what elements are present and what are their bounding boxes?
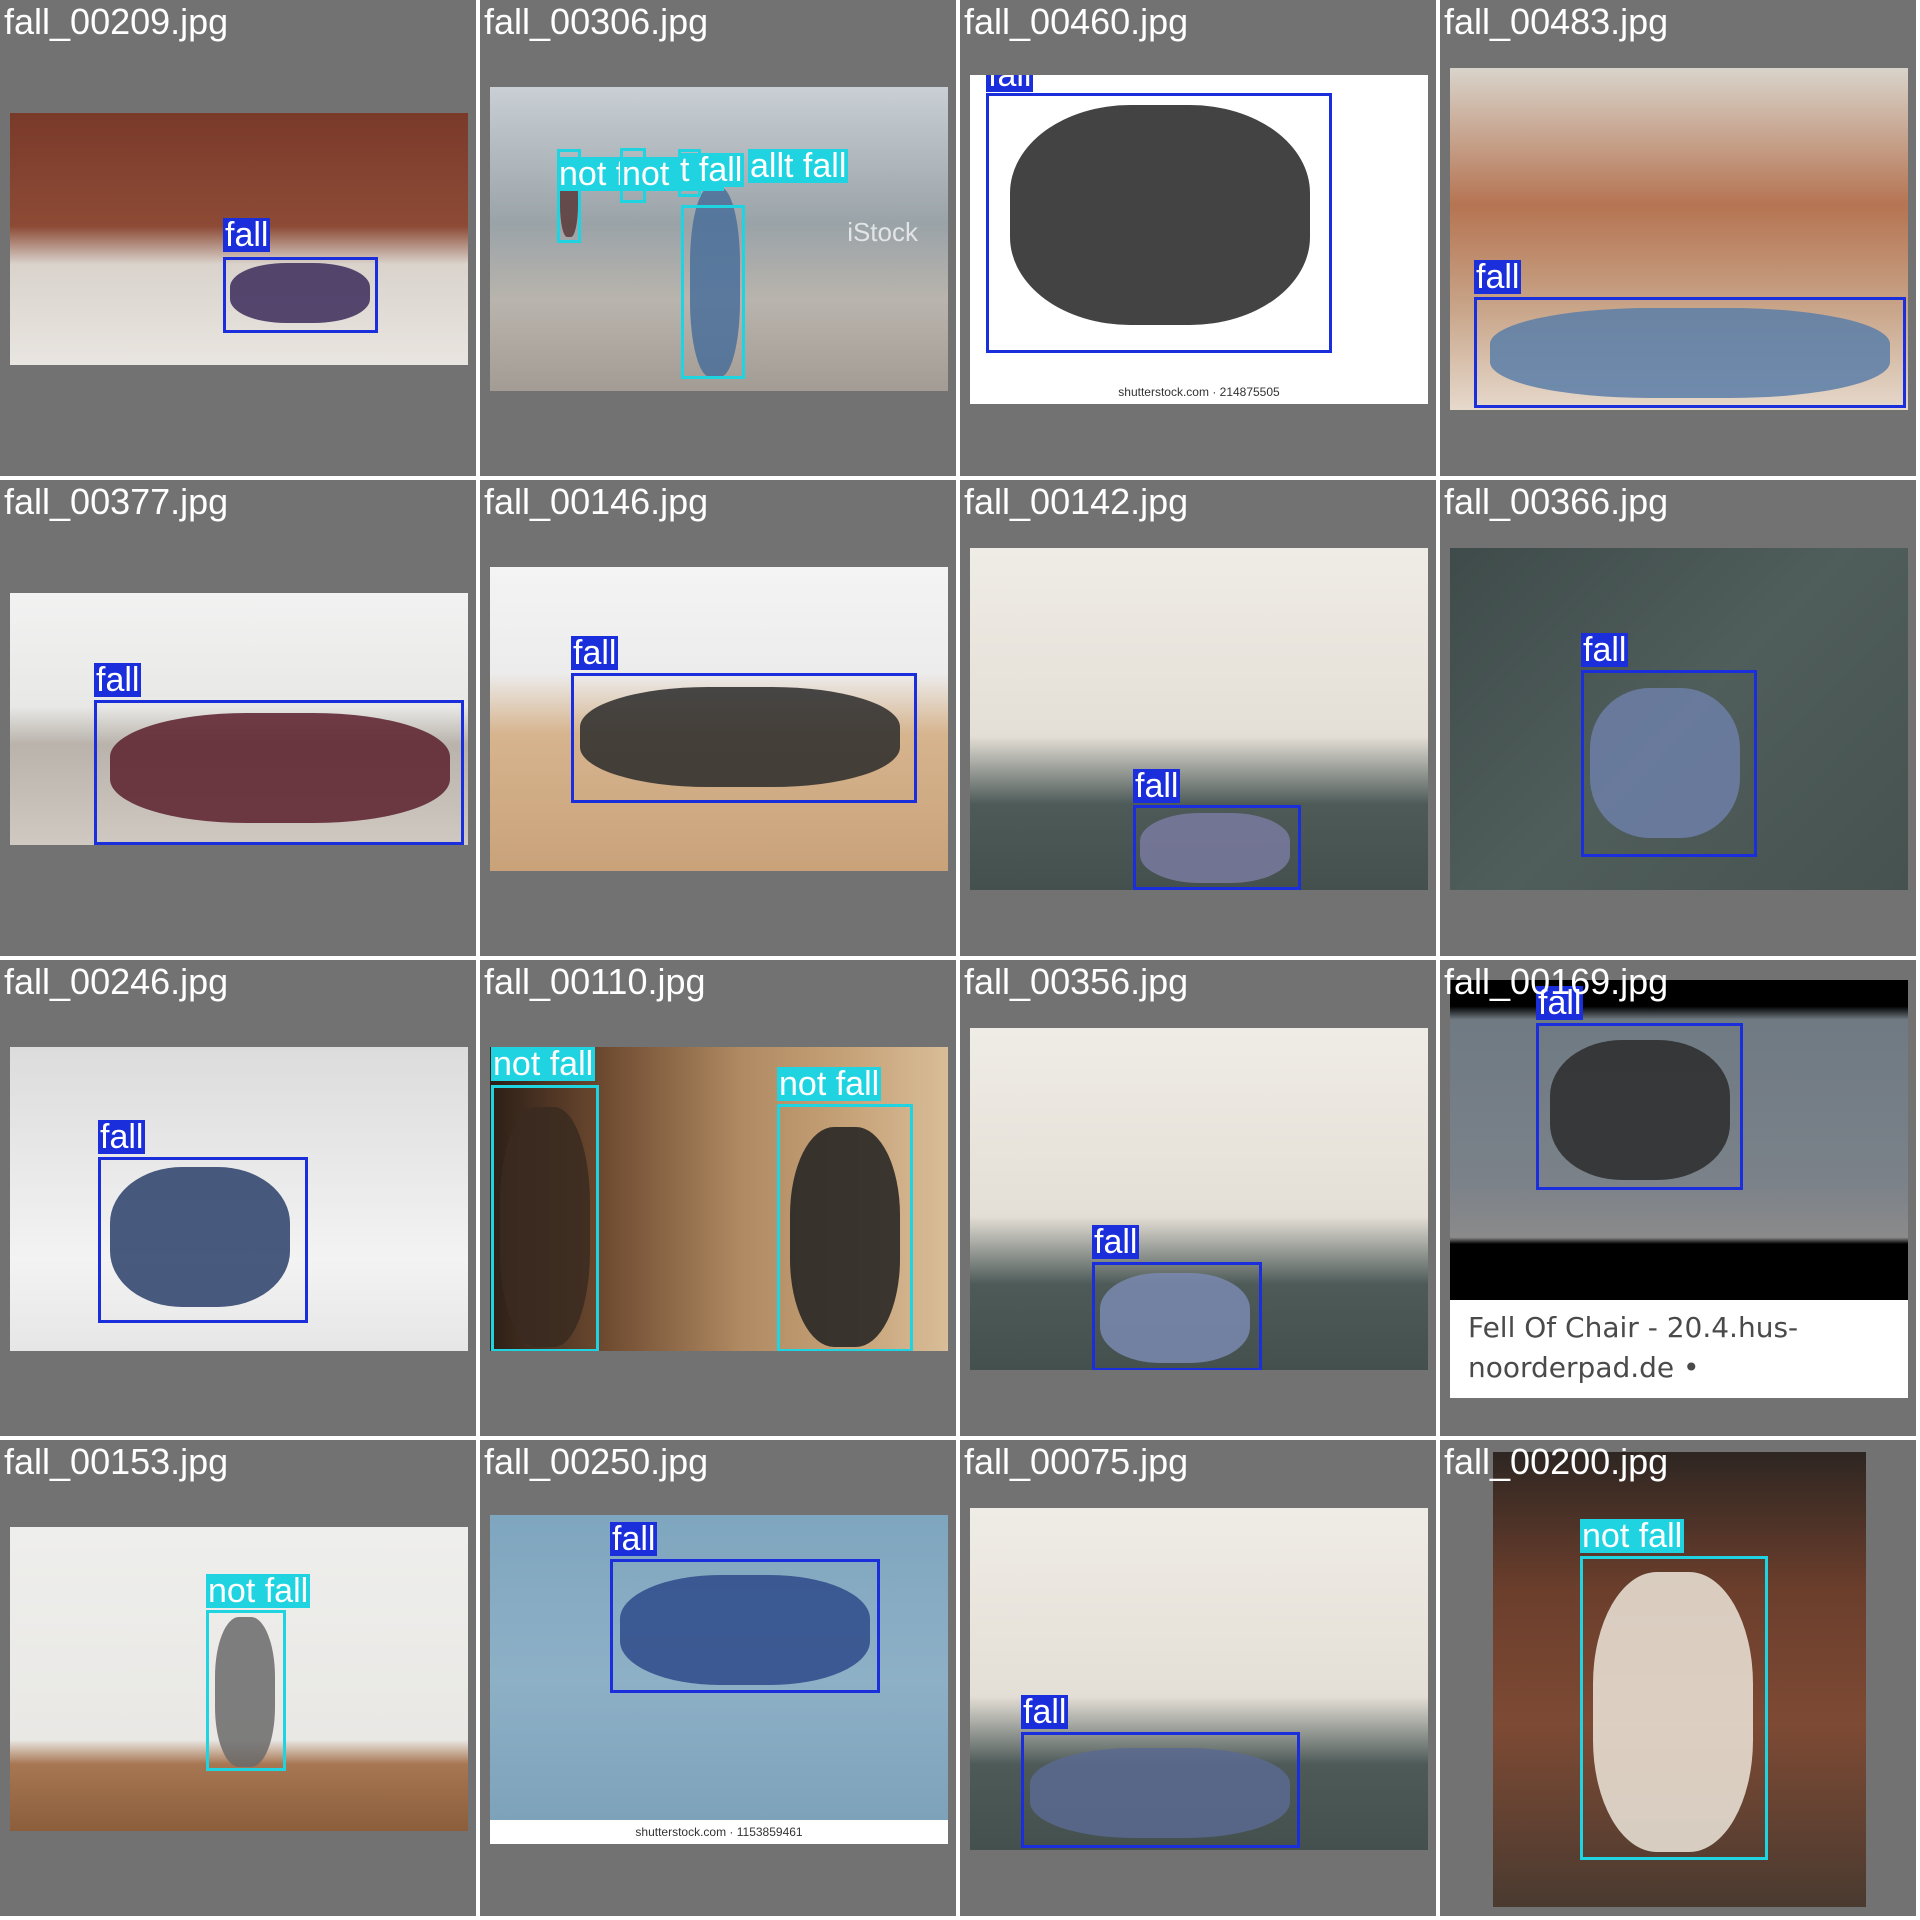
image-filename: fall_00483.jpg — [1444, 1, 1669, 42]
fall-label: fall — [94, 661, 142, 699]
fall-bounding-box — [1021, 1732, 1300, 1848]
fall-bounding-box — [1536, 1023, 1743, 1190]
image-filename: fall_00142.jpg — [964, 481, 1189, 522]
image-tile: fall fall_00142.jpg — [960, 480, 1436, 956]
fall-label: fall — [610, 1520, 658, 1558]
fall-label: fall — [223, 216, 271, 254]
image-tile: fall fall_00377.jpg — [0, 480, 476, 956]
fall-bounding-box — [1474, 297, 1906, 408]
fall-bounding-box — [1092, 1262, 1262, 1370]
fall-label: fall — [1474, 258, 1522, 296]
image-tile: shutterstock.com · 1153859461 fall fall_00… — [480, 1440, 956, 1916]
not-fall-bounding-box — [206, 1610, 286, 1771]
detection-photo: shutterstock.com · 214875505 fall — [970, 75, 1428, 404]
fall-label: fall — [98, 1118, 146, 1156]
image-tile: fall fall_00483.jpg — [1440, 0, 1916, 476]
detection-photo: iStock not fall not fall t fall allt fall — [490, 87, 948, 391]
detection-photo: not fall — [1493, 1452, 1866, 1907]
image-tile: not fall fall_00200.jpg — [1440, 1440, 1916, 1916]
fall-label: fall — [1021, 1693, 1069, 1731]
detection-photo: shutterstock.com · 1153859461 fall — [490, 1515, 948, 1844]
detection-photo: fall — [490, 567, 948, 871]
image-filename: fall_00169.jpg — [1444, 961, 1669, 1002]
fall-bounding-box — [1581, 670, 1757, 857]
detection-photo: Fell Of Chair - 20.4.hus-noorderpad.de •… — [1450, 980, 1908, 1398]
image-filename: fall_00110.jpg — [484, 961, 706, 1002]
image-tile: not fall not fall fall_00110.jpg — [480, 960, 956, 1436]
fall-bounding-box — [610, 1559, 880, 1693]
photo-caption: Fell Of Chair - 20.4.hus-noorderpad.de • — [1450, 1300, 1908, 1398]
detection-photo: fall — [970, 1028, 1428, 1370]
detection-photo: fall — [970, 548, 1428, 890]
image-tile: fall fall_00146.jpg — [480, 480, 956, 956]
fall-label: fall — [1133, 767, 1181, 805]
image-tile: shutterstock.com · 214875505 fall fall_004… — [960, 0, 1436, 476]
image-filename: fall_00246.jpg — [4, 961, 229, 1002]
not-fall-label: not fall — [1580, 1517, 1685, 1555]
image-filename: fall_00146.jpg — [484, 481, 709, 522]
not-fall-bounding-box — [681, 205, 745, 379]
photo-watermark: shutterstock.com · 1153859461 — [490, 1820, 948, 1844]
image-tile: fall fall_00209.jpg — [0, 0, 476, 476]
image-filename: fall_00209.jpg — [4, 1, 229, 42]
detection-grid: fall fall_00209.jpg iStock not fall not fall… — [0, 0, 1920, 1920]
fall-label: fall — [986, 75, 1034, 92]
image-filename: fall_00356.jpg — [964, 961, 1189, 1002]
fall-bounding-box — [986, 93, 1332, 353]
image-filename: fall_00306.jpg — [484, 1, 709, 42]
image-tile: fall fall_00366.jpg — [1440, 480, 1916, 956]
photo-watermark: shutterstock.com · 214875505 — [970, 380, 1428, 404]
image-tile: Fell Of Chair - 20.4.hus-noorderpad.de •… — [1440, 960, 1916, 1436]
image-tile: not fall fall_00153.jpg — [0, 1440, 476, 1916]
image-filename: fall_00250.jpg — [484, 1441, 709, 1482]
not-fall-label: t fall — [678, 151, 745, 189]
detection-photo: fall — [1450, 548, 1908, 890]
not-fall-bounding-box — [491, 1085, 599, 1351]
image-filename: fall_00153.jpg — [4, 1441, 229, 1482]
fall-label: fall — [1581, 631, 1629, 669]
fall-label: fall — [1092, 1223, 1140, 1261]
detection-photo: fall — [970, 1508, 1428, 1850]
not-fall-label: not fall — [491, 1047, 596, 1083]
fall-bounding-box — [571, 673, 917, 803]
detection-photo: fall — [10, 1047, 468, 1351]
detection-photo: fall — [10, 113, 468, 365]
image-tile: iStock not fall not fall t fall allt fall fal… — [480, 0, 956, 476]
image-filename: fall_00075.jpg — [964, 1441, 1189, 1482]
image-filename: fall_00460.jpg — [964, 1, 1189, 42]
not-fall-label: not fall — [777, 1065, 882, 1103]
detection-photo: not fall not fall — [490, 1047, 948, 1351]
not-fall-label: allt fall — [748, 147, 849, 185]
fall-bounding-box — [223, 257, 378, 333]
image-tile: fall fall_00246.jpg — [0, 960, 476, 1436]
not-fall-bounding-box — [1580, 1556, 1768, 1860]
not-fall-label: not fall — [206, 1572, 311, 1610]
detection-photo: fall — [10, 593, 468, 845]
photo-watermark: iStock — [847, 217, 918, 247]
not-fall-bounding-box — [777, 1104, 913, 1351]
fall-bounding-box — [94, 700, 464, 845]
image-filename: fall_00200.jpg — [1444, 1441, 1669, 1482]
fall-bounding-box — [98, 1157, 308, 1323]
fall-label: fall — [571, 634, 619, 672]
detection-photo: fall — [1450, 68, 1908, 410]
image-filename: fall_00366.jpg — [1444, 481, 1669, 522]
image-tile: fall fall_00356.jpg — [960, 960, 1436, 1436]
image-filename: fall_00377.jpg — [4, 481, 229, 522]
detection-photo: not fall — [10, 1527, 468, 1831]
fall-bounding-box — [1133, 805, 1301, 890]
image-tile: fall fall_00075.jpg — [960, 1440, 1436, 1916]
